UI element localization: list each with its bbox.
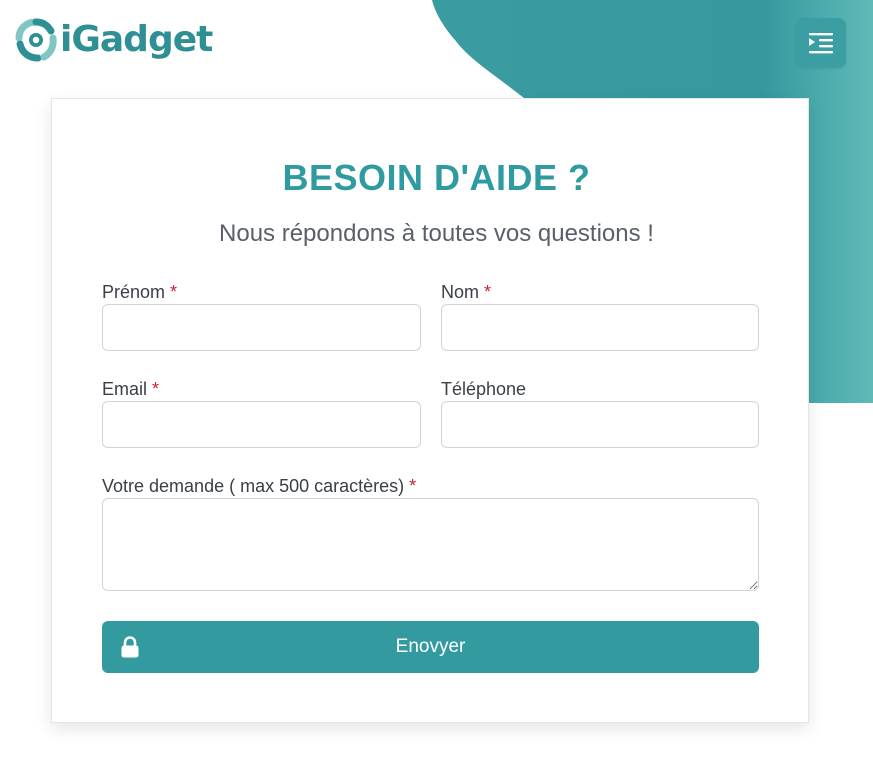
menu-button[interactable] (796, 18, 846, 68)
header: iGadget (0, 0, 873, 90)
required-marker: * (152, 379, 160, 399)
demande-label: Votre demande ( max 500 caractères) * (102, 476, 417, 496)
brand-name: iGadget (60, 19, 213, 60)
prenom-input[interactable] (102, 304, 421, 351)
telephone-label: Téléphone (441, 379, 527, 399)
page-subtitle: Nous répondons à toutes vos questions ! (219, 220, 654, 247)
lock-icon (121, 636, 139, 658)
logo-swirl-icon (15, 18, 57, 62)
submit-label: Enovyer (395, 636, 466, 657)
nom-label: Nom * (441, 282, 492, 302)
required-marker: * (409, 476, 417, 496)
demande-textarea[interactable] (102, 498, 759, 591)
telephone-input[interactable] (441, 401, 759, 448)
nom-input[interactable] (441, 304, 759, 351)
prenom-label: Prénom * (102, 282, 178, 302)
required-marker: * (170, 282, 178, 302)
email-label: Email * (102, 379, 160, 399)
submit-button[interactable]: Enovyer (102, 621, 759, 673)
required-marker: * (484, 282, 492, 302)
menu-indent-icon (809, 33, 833, 54)
email-input[interactable] (102, 401, 421, 448)
brand-logo[interactable]: iGadget (14, 16, 213, 64)
page-title: BESOIN D'AIDE ? (282, 157, 591, 198)
